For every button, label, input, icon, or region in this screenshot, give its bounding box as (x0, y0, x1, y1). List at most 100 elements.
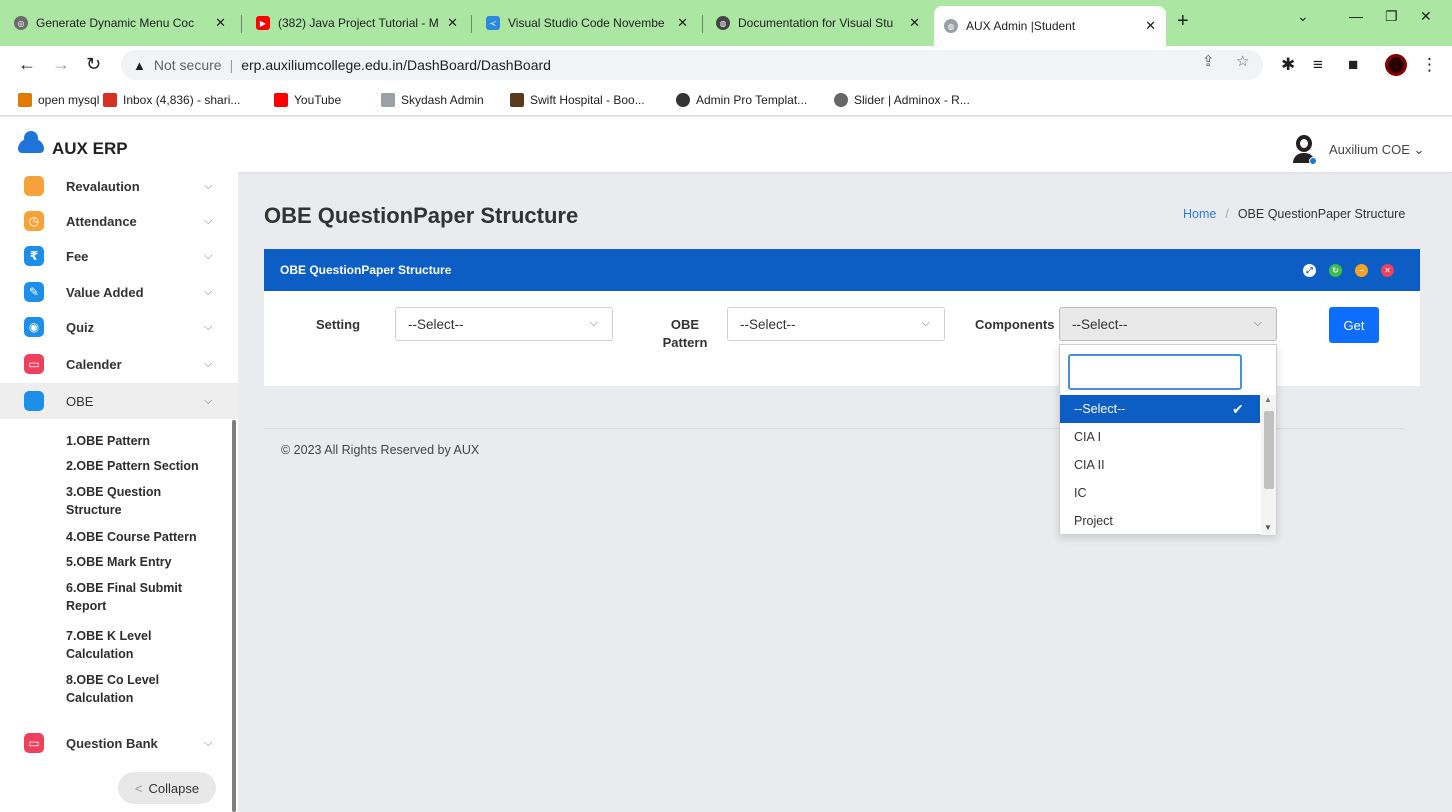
new-tab-button[interactable]: + (1177, 10, 1189, 33)
share-icon[interactable]: ⇪ (1202, 52, 1215, 70)
app-header (0, 117, 1452, 172)
online-status-dot (1309, 157, 1317, 165)
tab-divider (702, 15, 703, 33)
setting-select[interactable]: --Select-- ⌵ (395, 307, 613, 341)
sidebar-subitem-obe-mark-entry[interactable]: 5.OBE Mark Entry (66, 553, 216, 571)
sidebar-subitem-obe-final-submit[interactable]: 6.OBE Final Submit Report (66, 579, 216, 615)
sidebar-item-calender[interactable]: ▭ Calender ⌵ (0, 346, 238, 382)
bookmark-item[interactable]: YouTube (274, 93, 341, 107)
warning-icon[interactable]: ▲ (133, 58, 146, 73)
components-label: Components (975, 317, 1055, 332)
bookmark-star-icon[interactable]: ☆ (1236, 52, 1249, 70)
chevron-down-icon: ⌵ (204, 736, 213, 749)
mysql-icon (18, 93, 32, 107)
collapse-button[interactable]: < Collapse (118, 772, 216, 804)
user-menu[interactable]: Auxilium COE ⌄ (1329, 142, 1424, 158)
close-tab-icon[interactable]: ✕ (909, 15, 920, 31)
bookmark-item[interactable]: Slider | Adminox - R... (834, 93, 970, 107)
hospital-icon (510, 93, 524, 107)
browser-tab[interactable]: ◎ Generate Dynamic Menu Coc ✕ (4, 8, 236, 38)
avatar-head (1296, 135, 1312, 152)
reload-icon[interactable]: ↻ (86, 54, 101, 75)
bookmark-item[interactable]: Admin Pro Templat... (676, 93, 807, 107)
dropdown-option[interactable]: --Select-- ✔ (1060, 395, 1260, 423)
browser-tab[interactable]: ◍ Documentation for Visual Stu ✕ (706, 8, 930, 38)
address-bar[interactable]: ▲ Not secure | erp.auxiliumcollege.edu.i… (121, 50, 1263, 80)
youtube-icon (274, 93, 288, 107)
dropdown-search-input[interactable] (1068, 354, 1242, 390)
book-icon (24, 391, 44, 411)
scroll-down-icon[interactable]: ▼ (1264, 523, 1272, 532)
breadcrumb-separator: / (1225, 207, 1229, 221)
browser-tab[interactable]: ▶ (382) Java Project Tutorial - M ✕ (246, 8, 468, 38)
app-logo[interactable]: AUX ERP (52, 139, 128, 159)
minimize-icon[interactable]: — (1349, 8, 1363, 24)
breadcrumb-home-link[interactable]: Home (1183, 207, 1216, 221)
url-text: erp.auxiliumcollege.edu.in/DashBoard/Das… (241, 57, 551, 73)
user-avatar[interactable] (1293, 135, 1317, 165)
browser-profile-avatar[interactable] (1385, 54, 1407, 76)
forward-icon[interactable]: → (52, 54, 70, 75)
dropdown-option[interactable]: CIA II (1060, 451, 1260, 479)
restore-icon[interactable]: ❐ (1385, 8, 1398, 25)
chevron-down-icon: ⌵ (921, 317, 930, 329)
bookmark-item[interactable]: Inbox (4,836) - shari... (103, 93, 240, 107)
dropdown-option[interactable]: CIA I (1060, 423, 1260, 451)
extensions-icon[interactable]: ✱ (1281, 55, 1295, 75)
sidebar-item-question-bank[interactable]: ▭ Question Bank ⌵ (0, 725, 238, 761)
browser-tab-active[interactable]: ◍ AUX Admin |Student ✕ (934, 6, 1166, 46)
components-dropdown: --Select-- ✔ CIA I CIA II IC Project ▲ ▼ (1059, 344, 1277, 535)
obe-pattern-select[interactable]: --Select-- ⌵ (727, 307, 945, 341)
sidebar-item-quiz[interactable]: ◉ Quiz ⌵ (0, 309, 238, 345)
close-tab-icon[interactable]: ✕ (215, 15, 226, 31)
sidebar-subitem-obe-question-structure[interactable]: 3.OBE Question Structure (66, 483, 216, 519)
menu-kebab-icon[interactable]: ⋮ (1421, 55, 1438, 75)
calendar-icon: ▭ (24, 733, 44, 753)
bookmark-item[interactable]: open mysql (18, 93, 99, 107)
bookmark-item[interactable]: Skydash Admin (381, 93, 484, 107)
openai-icon: ◎ (14, 16, 28, 30)
edit-icon: ✎ (24, 282, 44, 302)
tab-search-icon[interactable]: ⌄ (1297, 8, 1309, 25)
target-icon: ◉ (24, 317, 44, 337)
side-panel-icon[interactable]: ■ (1348, 55, 1358, 75)
close-tab-icon[interactable]: ✕ (447, 15, 458, 31)
dropdown-option[interactable]: IC (1060, 479, 1260, 507)
get-button[interactable]: Get (1329, 307, 1379, 343)
close-card-icon[interactable]: ✕ (1381, 264, 1394, 277)
sidebar-subitem-obe-pattern[interactable]: 1.OBE Pattern (66, 432, 216, 450)
adminpro-icon (676, 93, 690, 107)
scroll-up-icon[interactable]: ▲ (1264, 395, 1272, 404)
close-tab-icon[interactable]: ✕ (1145, 18, 1156, 34)
sidebar-subitem-obe-k-level[interactable]: 7.OBE K Level Calculation (66, 627, 216, 663)
dropdown-scrollbar[interactable]: ▲ ▼ (1261, 395, 1276, 535)
cloud-logo-icon (18, 131, 44, 153)
refresh-icon[interactable]: ↻ (1329, 264, 1342, 277)
dropdown-option[interactable]: Project (1060, 507, 1260, 535)
chevron-down-icon: ⌵ (204, 179, 213, 192)
sidebar-item-fee[interactable]: ₹ Fee ⌵ (0, 238, 238, 274)
reading-list-icon[interactable]: ≡ (1313, 55, 1323, 75)
bookmark-item[interactable]: Swift Hospital - Boo... (510, 93, 645, 107)
close-window-icon[interactable]: ✕ (1420, 8, 1432, 25)
browser-tab[interactable]: ≺ Visual Studio Code Novembe ✕ (476, 8, 698, 38)
sidebar-item-attendance[interactable]: ◷ Attendance ⌵ (0, 203, 238, 239)
components-select[interactable]: --Select-- ⌵ (1059, 307, 1277, 341)
sidebar-item-value-added[interactable]: ✎ Value Added ⌵ (0, 274, 238, 310)
minimize-card-icon[interactable]: − (1355, 264, 1368, 277)
close-tab-icon[interactable]: ✕ (677, 15, 688, 31)
sidebar-scrollbar[interactable] (232, 420, 236, 812)
sidebar-subitem-obe-pattern-section[interactable]: 2.OBE Pattern Section (66, 457, 216, 475)
chevron-down-icon: ⌵ (589, 317, 598, 329)
back-icon[interactable]: ← (18, 54, 36, 75)
bookmarks-bar: open mysql Inbox (4,836) - shari... YouT… (0, 84, 1452, 116)
chevron-left-icon: < (134, 780, 143, 796)
sidebar-subitem-obe-co-level[interactable]: 8.OBE Co Level Calculation (66, 671, 216, 707)
tab-divider (241, 15, 242, 33)
sidebar-subitem-obe-course-pattern[interactable]: 4.OBE Course Pattern (66, 528, 216, 546)
dropdown-search-wrap (1060, 345, 1260, 395)
expand-icon[interactable]: ⤢ (1303, 264, 1316, 277)
scrollbar-thumb[interactable] (1264, 411, 1274, 489)
sidebar-item-obe[interactable]: OBE ⌵ (0, 383, 238, 419)
sidebar-item-revalaution[interactable]: Revalaution ⌵ (0, 172, 238, 204)
